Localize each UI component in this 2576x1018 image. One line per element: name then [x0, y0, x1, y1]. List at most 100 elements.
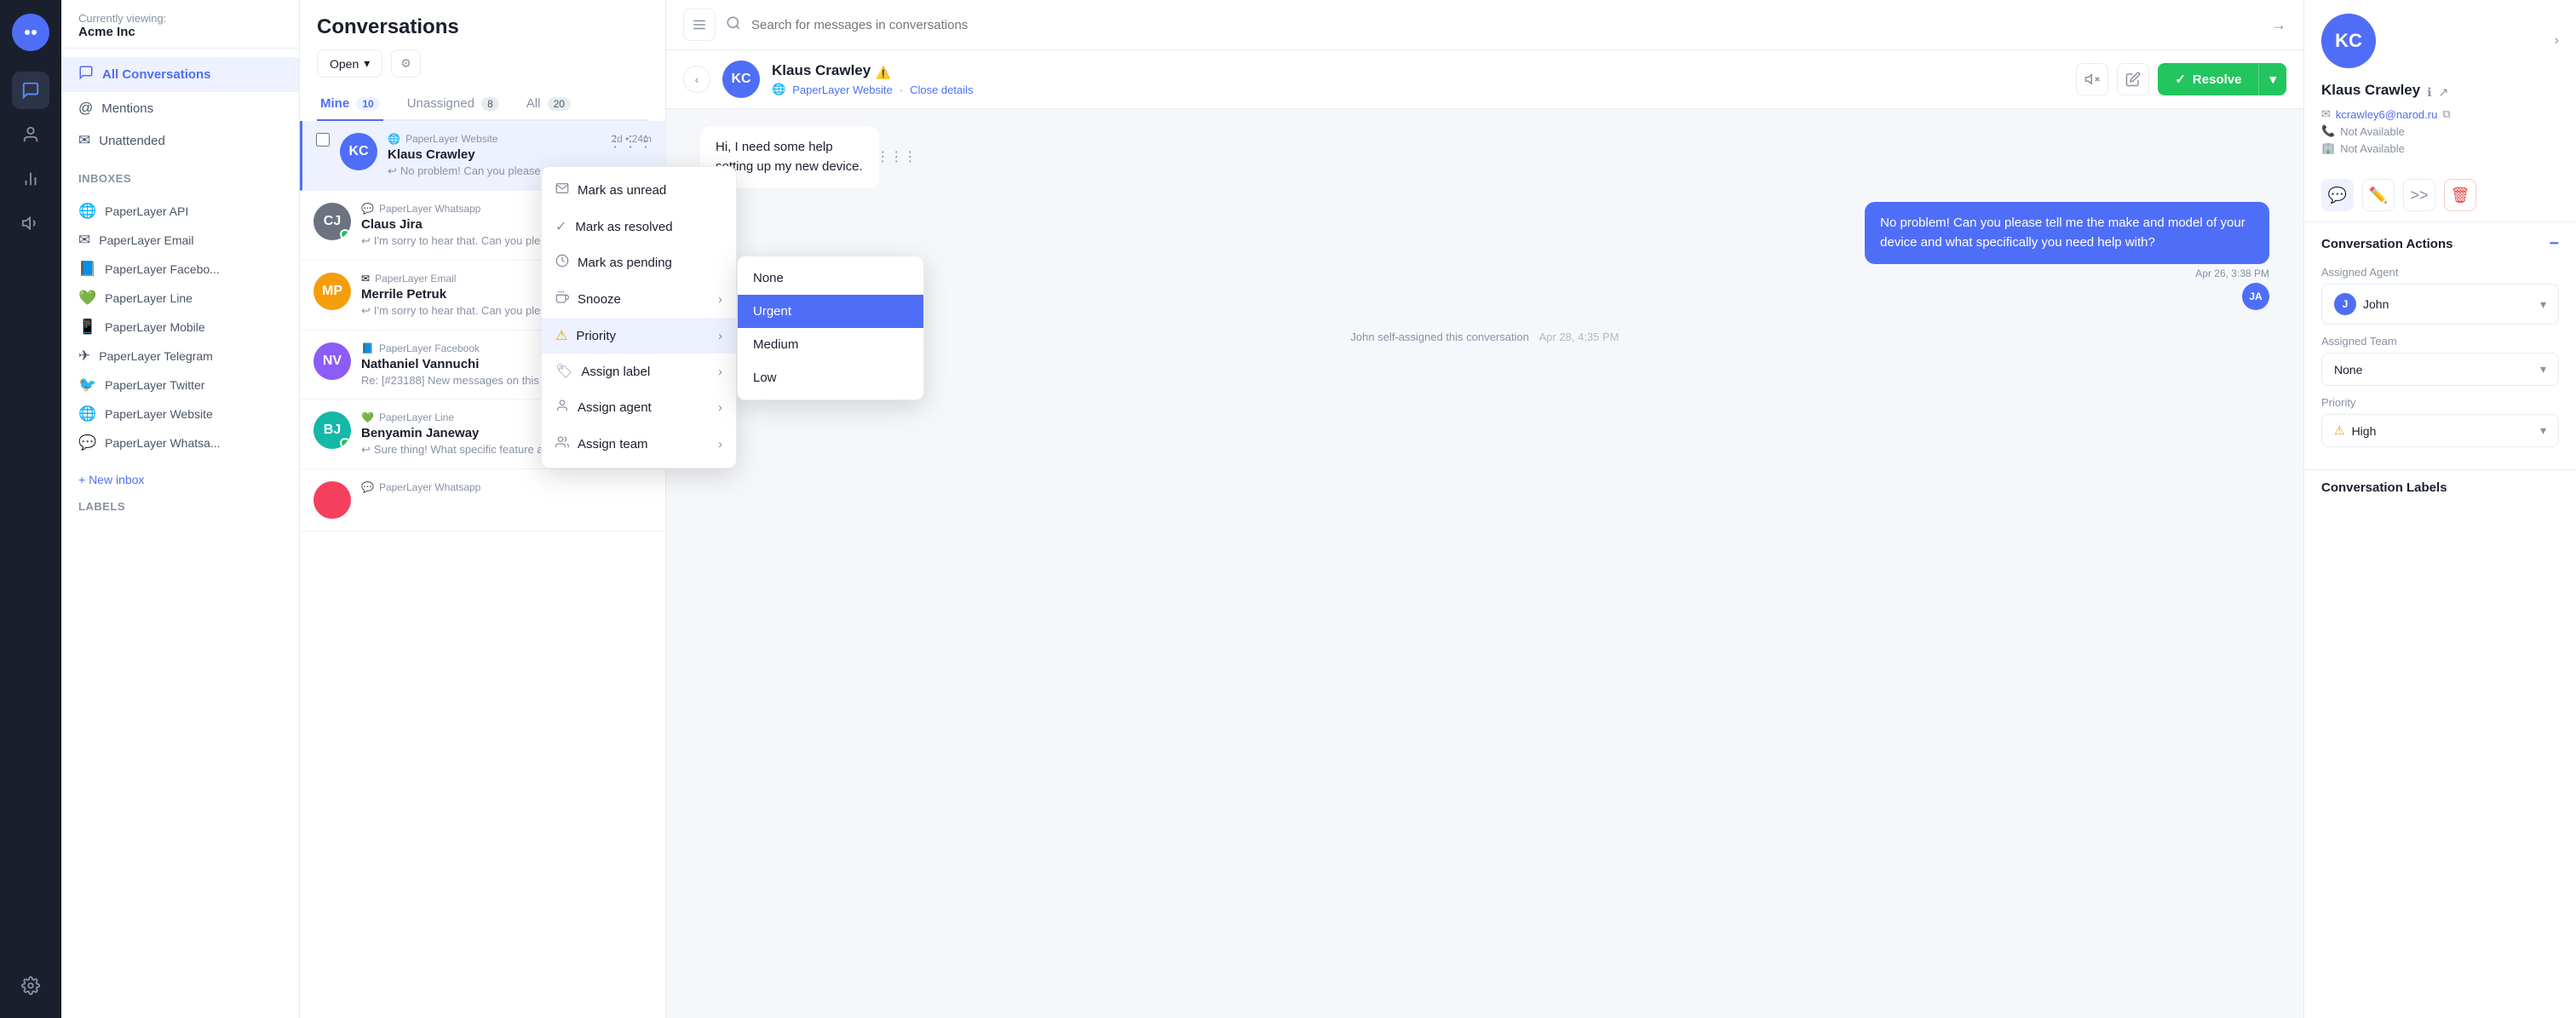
ctx-priority[interactable]: ⚠ Priority ›	[542, 318, 736, 354]
inbox-paperlayer-website[interactable]: 🌐 PaperLayer Website	[61, 400, 299, 428]
inbox-website-icon: 🌐	[78, 405, 96, 423]
nav-settings-icon[interactable]	[12, 967, 49, 1004]
message-more-btn-0[interactable]: ⋮⋮⋮	[886, 147, 906, 168]
conv-avatar-2: MP	[313, 273, 351, 310]
priority-submenu[interactable]: None Urgent Medium Low	[737, 256, 924, 400]
ctx-mark-resolved-label: Mark as resolved	[575, 220, 672, 234]
sidebar-toggle-btn[interactable]	[683, 9, 716, 41]
conv-more-icon-0[interactable]: ⋮⋮⋮	[607, 133, 653, 151]
avatar-initials-5	[313, 481, 351, 519]
conv-inbox-icon-4: 💚	[361, 411, 374, 423]
conv-item-5[interactable]: 💬 PaperLayer Whatsapp	[300, 469, 665, 532]
new-inbox-btn[interactable]: + New inbox	[61, 466, 299, 493]
agent-avatar: JA	[2242, 283, 2269, 310]
search-input[interactable]	[751, 18, 2261, 32]
phone-icon: 📞	[2321, 124, 2335, 138]
conv-inbox-icon-0: 🌐	[388, 133, 400, 145]
tab-unassigned[interactable]: Unassigned 8	[404, 88, 503, 121]
conv-header: Conversations Open ▾ ⚙ Mine 10 Unassigne…	[300, 0, 665, 121]
message-action-btn[interactable]: 💬	[2321, 179, 2354, 211]
all-conversations-icon	[78, 65, 94, 84]
avatar-initials-0: KC	[340, 133, 377, 170]
inbox-paperlayer-telegram[interactable]: ✈ PaperLayer Telegram	[61, 342, 299, 371]
chat-contact-avatar: KC	[722, 60, 760, 98]
filter-open-btn[interactable]: Open ▾	[317, 49, 382, 78]
conv-checkbox-0[interactable]	[316, 133, 330, 147]
forward-action-btn[interactable]: >>	[2403, 179, 2435, 211]
inbox-paperlayer-twitter[interactable]: 🐦 PaperLayer Twitter	[61, 371, 299, 400]
ctx-mark-unread[interactable]: Mark as unread	[542, 172, 736, 209]
priority-low[interactable]: Low	[738, 361, 923, 394]
conv-inbox-icon-1: 💬	[361, 203, 374, 215]
icon-sidebar	[0, 0, 61, 1018]
resolve-label: Resolve	[2193, 72, 2242, 87]
agent-name: John	[2363, 297, 2389, 311]
right-panel-expand-btn[interactable]: ›	[2555, 33, 2559, 49]
nav-campaigns-icon[interactable]	[12, 204, 49, 242]
inbox-paperlayer-facebook[interactable]: 📘 PaperLayer Facebo...	[61, 255, 299, 284]
nav-mentions[interactable]: @ Mentions	[61, 92, 299, 124]
assigned-team-select[interactable]: None ▾	[2321, 353, 2559, 386]
filter-options-btn[interactable]: ⚙	[391, 49, 421, 78]
tab-mine[interactable]: Mine 10	[317, 88, 383, 121]
external-link-icon[interactable]: ↗	[2439, 85, 2449, 100]
resolve-dropdown-btn[interactable]: ▾	[2258, 63, 2286, 95]
priority-none[interactable]: None	[738, 262, 923, 295]
email-action-btn[interactable]: ✏️	[2362, 179, 2395, 211]
ctx-mark-resolved[interactable]: ✓ Mark as resolved	[542, 209, 736, 244]
ctx-mark-resolved-icon: ✓	[555, 218, 566, 235]
conv-inbox-0: PaperLayer Website	[405, 133, 498, 145]
unattended-icon: ✉	[78, 132, 90, 149]
ctx-priority-label: Priority	[576, 329, 616, 343]
chat-topbar: ‹ KC Klaus Crawley ⚠️ 🌐 PaperLayer Websi…	[666, 50, 2303, 109]
edit-btn[interactable]	[2117, 63, 2149, 95]
ctx-snooze[interactable]: Snooze ›	[542, 281, 736, 318]
priority-urgent-label: Urgent	[753, 304, 791, 319]
conv-avatar-5	[313, 481, 351, 519]
close-details-btn[interactable]: Close details	[910, 83, 973, 96]
nav-all-conversations[interactable]: All Conversations	[61, 57, 299, 92]
conversation-list: Conversations Open ▾ ⚙ Mine 10 Unassigne…	[300, 0, 666, 1018]
labels-title: Labels	[61, 493, 299, 516]
ctx-assign-team[interactable]: Assign team ›	[542, 426, 736, 463]
priority-select-wrap: ⚠ High ▾	[2321, 414, 2559, 447]
ctx-assign-team-icon	[555, 435, 569, 453]
ctx-mark-unread-label: Mark as unread	[578, 183, 666, 198]
inbox-whatsapp-icon: 💬	[78, 434, 96, 451]
nav-unattended[interactable]: ✉ Unattended	[61, 124, 299, 157]
nav-reports-icon[interactable]	[12, 160, 49, 198]
resolve-btn[interactable]: ✓ Resolve	[2158, 63, 2258, 95]
message-row-1: No problem! Can you please tell me the m…	[1596, 202, 2269, 310]
context-menu[interactable]: Mark as unread ✓ Mark as resolved Mark a…	[541, 166, 737, 469]
ctx-assign-agent[interactable]: Assign agent ›	[542, 389, 736, 426]
conv-tabs: Mine 10 Unassigned 8 All 20	[317, 88, 648, 121]
nav-conversations-icon[interactable]	[12, 72, 49, 109]
conv-avatar-0: KC	[340, 133, 377, 170]
conv-actions-collapse-btn[interactable]: −	[2549, 234, 2559, 254]
inbox-paperlayer-whatsapp[interactable]: 💬 PaperLayer Whatsa...	[61, 428, 299, 457]
tab-all[interactable]: All 20	[523, 88, 574, 121]
priority-medium[interactable]: Medium	[738, 328, 923, 361]
contact-actions: 💬 ✏️ >> 🗑	[2304, 169, 2576, 222]
mute-btn[interactable]	[2076, 63, 2108, 95]
inbox-paperlayer-api[interactable]: 🌐 PaperLayer API	[61, 197, 299, 226]
message-row-0: Hi, I need some help setting up my new d…	[700, 126, 998, 188]
inbox-paperlayer-line[interactable]: 💚 PaperLayer Line	[61, 284, 299, 313]
collapse-panel-btn[interactable]: ‹	[683, 66, 710, 93]
conv-inbox-icon-2: ✉	[361, 273, 370, 285]
ctx-assign-label[interactable]: 🏷 Assign label ›	[542, 354, 736, 389]
mentions-label: Mentions	[101, 101, 153, 116]
info-icon: ℹ	[2427, 85, 2431, 100]
copy-email-icon[interactable]: ⧉	[2442, 107, 2450, 121]
ctx-mark-pending[interactable]: Mark as pending	[542, 244, 736, 281]
inbox-paperlayer-mobile[interactable]: 📱 PaperLayer Mobile	[61, 313, 299, 342]
assigned-agent-select[interactable]: J John ▾	[2321, 284, 2559, 325]
priority-urgent[interactable]: Urgent	[738, 295, 923, 328]
priority-select[interactable]: ⚠ High ▾	[2321, 414, 2559, 447]
app-logo[interactable]	[12, 14, 49, 51]
delete-action-btn[interactable]: 🗑	[2444, 179, 2476, 211]
nav-contacts-icon[interactable]	[12, 116, 49, 153]
priority-low-label: Low	[753, 371, 777, 385]
inbox-paperlayer-email[interactable]: ✉ PaperLayer Email	[61, 226, 299, 255]
message-bubble-1: No problem! Can you please tell me the m…	[1865, 202, 2269, 264]
